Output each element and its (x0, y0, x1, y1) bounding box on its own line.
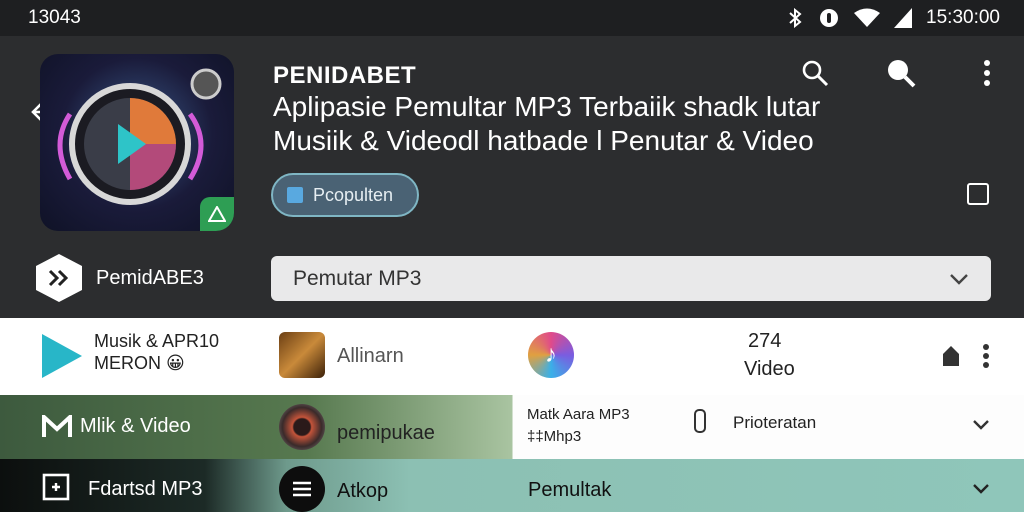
status-time: 15:30:00 (926, 7, 1000, 28)
bluetooth-icon (786, 8, 804, 28)
brand-logo-icon (36, 254, 82, 302)
chevron-down-icon[interactable] (972, 483, 990, 494)
brand: PemidABE3 (36, 254, 204, 302)
list-item-meta-1: Matk Aara MP3 (527, 406, 630, 423)
more-vert-icon[interactable] (982, 343, 990, 369)
brand-label: PemidABE3 (96, 266, 204, 289)
list-item[interactable]: Mlik & Video pemipukae Matk Aara MP3 ‡‡M… (0, 395, 1024, 459)
app-header: PENIDABET Aplipasie Pemultar MP3 Terbaii… (0, 36, 1024, 248)
select-checkbox[interactable] (967, 183, 989, 205)
music-note-icon: ♪ (528, 332, 574, 378)
list-item-subtitle: Atkop (337, 480, 389, 502)
wifi-icon (854, 8, 881, 28)
app-artwork (40, 54, 234, 231)
phone-icon (694, 409, 706, 433)
list-item-title: Musik & APR10 MERON 😀 (94, 331, 220, 373)
list-item[interactable]: Musik & APR10 MERON 😀 Allinarn ♪ 274 Vid… (0, 318, 1024, 395)
dropdown-value: Pemutar MP3 (293, 266, 422, 290)
search-icon (802, 60, 829, 87)
app-name: PENIDABET (273, 62, 417, 89)
list-item[interactable]: Fdartsd MP3 Atkop Pemultak (0, 459, 1024, 512)
alarm-icon (818, 7, 840, 29)
filter-row: PemidABE3 Pemutar MP3 (0, 248, 1024, 318)
search-filled-icon (888, 60, 916, 88)
list-item-title: Mlik & Video (80, 415, 191, 437)
lock-icon[interactable] (939, 344, 963, 368)
list-item-meta-2: ‡‡Mhp3 (527, 428, 582, 445)
list-item-status: Pemultak (528, 479, 612, 501)
signal-icon (894, 8, 913, 28)
play-icon (42, 334, 82, 378)
search-button-2[interactable] (884, 56, 918, 90)
list-item-subtitle: Allinarn (337, 345, 404, 367)
list-item-title: Fdartsd MP3 (88, 478, 203, 500)
chip-label: Pcopulten (313, 184, 394, 205)
speaker-thumbnail (279, 404, 325, 450)
search-button[interactable] (798, 56, 832, 90)
more-vert-icon (984, 60, 990, 86)
video-count: 274 (748, 330, 782, 352)
status-left-text: 13043 (28, 7, 81, 28)
status-bar: 13043 15:30:00 (0, 0, 1024, 36)
app-description: Aplipasie Pemultar MP3 Terbaiik shadk lu… (273, 91, 821, 156)
more-options-button[interactable] (970, 56, 1004, 90)
m-logo-icon (42, 415, 72, 439)
play-store-badge-icon (200, 197, 234, 231)
menu-icon (279, 466, 325, 512)
category-dropdown[interactable]: Pemutar MP3 (271, 256, 991, 301)
album-thumbnail (279, 332, 325, 378)
video-count-label: Video (744, 358, 795, 380)
chevron-down-icon[interactable] (972, 419, 990, 430)
chip-icon (287, 187, 303, 203)
list-item-subtitle: pemipukae (337, 422, 435, 444)
category-chip[interactable]: Pcopulten (271, 173, 419, 217)
chevron-down-icon (950, 273, 968, 285)
add-box-icon (42, 473, 70, 501)
list-item-status: Prioteratan (733, 413, 817, 432)
